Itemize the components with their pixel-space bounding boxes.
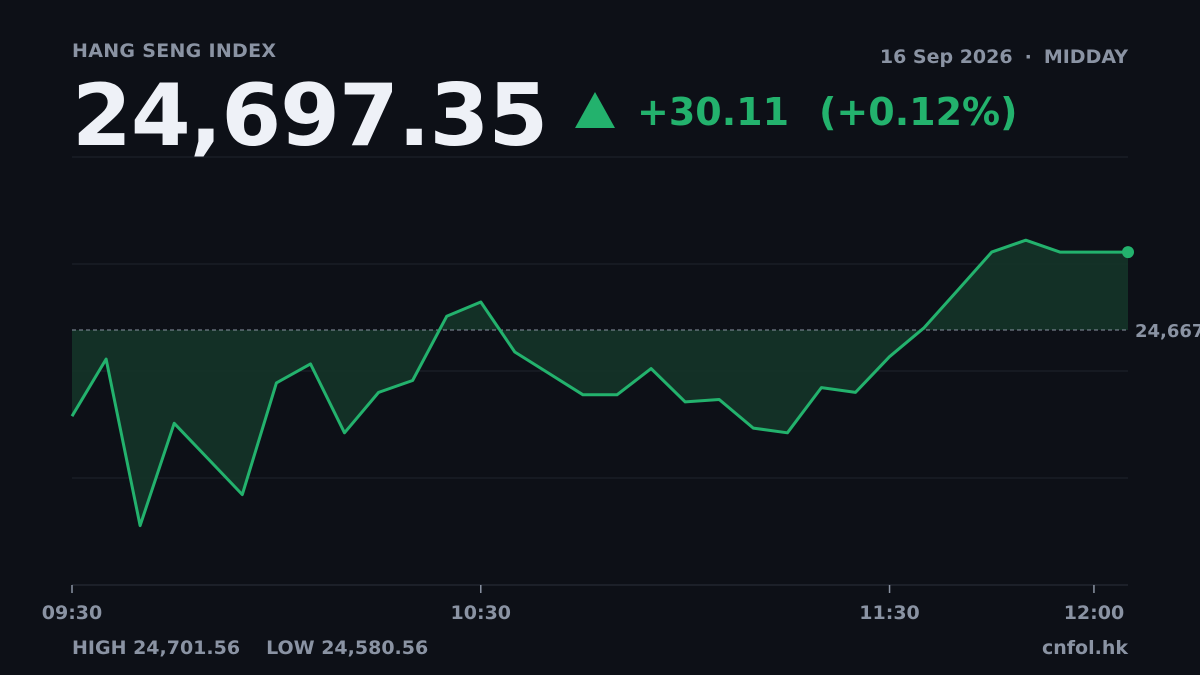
intraday-chart: 24,667 09:30 10:30 11:30 12:00 (42, 156, 1200, 624)
x-axis: 09:30 10:30 11:30 12:00 (42, 585, 1124, 624)
day-low: LOW 24,580.56 (266, 637, 429, 659)
x-tick-label: 09:30 (42, 602, 102, 624)
last-price-marker (1122, 246, 1134, 259)
x-tick-label: 12:00 (1064, 602, 1124, 624)
reference-label: 24,667 (1135, 321, 1200, 342)
source-label: cnfol.hk (1041, 637, 1128, 659)
day-high: HIGH 24,701.56 (72, 637, 241, 659)
x-tick-label: 11:30 (859, 602, 919, 624)
x-tick-label: 10:30 (451, 602, 511, 624)
high-low-stats: HIGH 24,701.56 LOW 24,580.56 (72, 637, 428, 659)
